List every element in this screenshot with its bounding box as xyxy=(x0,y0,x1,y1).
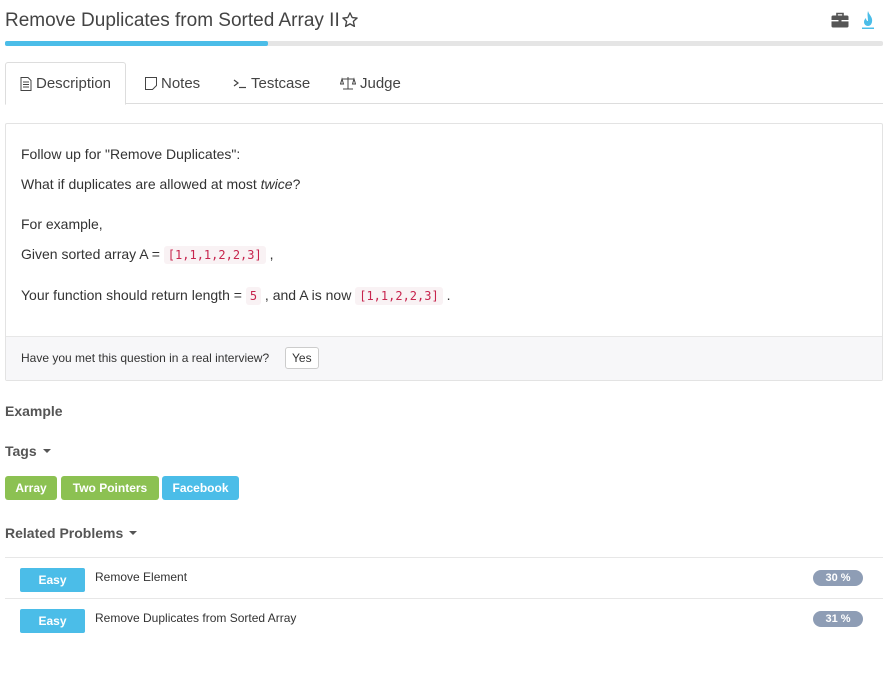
tab-judge[interactable]: Judge xyxy=(326,62,415,104)
example-heading-label: Example xyxy=(5,403,63,419)
description-text: , xyxy=(265,246,274,262)
tab-bar: Description Notes Testcase Judge xyxy=(5,62,883,105)
difficulty-badge: Easy xyxy=(20,609,85,633)
tab-notes[interactable]: Notes xyxy=(131,62,214,104)
description-text: , and A is now xyxy=(261,287,356,303)
code-snippet: [1,1,1,2,2,3] xyxy=(163,246,266,264)
description-line: Your function should return length = 5 ,… xyxy=(21,287,451,305)
terminal-icon xyxy=(233,79,246,89)
tags-heading[interactable]: Tags xyxy=(5,443,51,459)
caret-down-icon xyxy=(42,449,51,453)
description-panel: Follow up for "Remove Duplicates": What … xyxy=(5,123,883,381)
tab-label: Testcase xyxy=(251,74,311,92)
acceptance-rate-badge: 30 % xyxy=(813,570,863,586)
list-item[interactable]: Easy Remove Element 30 % xyxy=(5,557,883,598)
description-line: Follow up for "Remove Duplicates": xyxy=(21,146,240,162)
tag-two-pointers[interactable]: Two Pointers xyxy=(61,476,159,500)
note-icon xyxy=(145,76,157,90)
tags-heading-label: Tags xyxy=(5,443,37,459)
interview-question: Have you met this question in a real int… xyxy=(21,351,270,365)
star-icon[interactable] xyxy=(341,11,359,29)
description-text: For example, xyxy=(21,216,103,232)
progress-fill xyxy=(5,41,269,46)
interview-footer: Have you met this question in a real int… xyxy=(6,336,882,380)
description-text: Follow up for "Remove Duplicates": xyxy=(21,146,241,162)
tab-label: Notes xyxy=(161,74,201,92)
problem-link[interactable]: Remove Duplicates from Sorted Array xyxy=(95,611,296,625)
difficulty-badge: Easy xyxy=(20,568,85,592)
briefcase-icon[interactable] xyxy=(831,12,849,28)
related-heading[interactable]: Related Problems xyxy=(5,525,138,541)
tab-label: Judge xyxy=(360,74,401,92)
scale-icon xyxy=(340,77,356,90)
description-text: ? xyxy=(292,176,301,192)
example-heading[interactable]: Example xyxy=(5,403,63,419)
description-text: Given sorted array A = xyxy=(21,246,164,262)
tab-description[interactable]: Description xyxy=(5,62,127,105)
flame-icon[interactable] xyxy=(861,10,875,30)
problem-link[interactable]: Remove Element xyxy=(95,570,187,584)
description-text: What if duplicates are allowed at most xyxy=(21,176,261,192)
title-bar: Remove Duplicates from Sorted Array II xyxy=(5,8,885,38)
caret-down-icon xyxy=(129,531,138,535)
description-line: For example, xyxy=(21,216,103,232)
tab-testcase[interactable]: Testcase xyxy=(219,62,324,104)
acceptance-rate-badge: 31 % xyxy=(813,611,863,627)
description-line: Given sorted array A = [1,1,1,2,2,3] , xyxy=(21,246,274,264)
tag-facebook[interactable]: Facebook xyxy=(162,476,239,500)
list-item[interactable]: Easy Remove Duplicates from Sorted Array… xyxy=(5,598,883,639)
code-snippet: [1,1,2,2,3] xyxy=(355,287,443,305)
description-text: . xyxy=(442,287,451,303)
code-snippet: 5 xyxy=(245,287,262,305)
page-title: Remove Duplicates from Sorted Array II xyxy=(5,10,340,31)
tag-array[interactable]: Array xyxy=(5,476,57,500)
tab-label: Description xyxy=(36,75,112,92)
description-text: Your function should return length = xyxy=(21,287,246,303)
document-icon xyxy=(20,76,32,91)
yes-button[interactable]: Yes xyxy=(285,347,319,369)
emphasis-text: twice xyxy=(260,176,293,192)
progress-bar xyxy=(5,41,883,46)
related-heading-label: Related Problems xyxy=(5,525,124,541)
description-line: What if duplicates are allowed at most t… xyxy=(21,176,300,192)
